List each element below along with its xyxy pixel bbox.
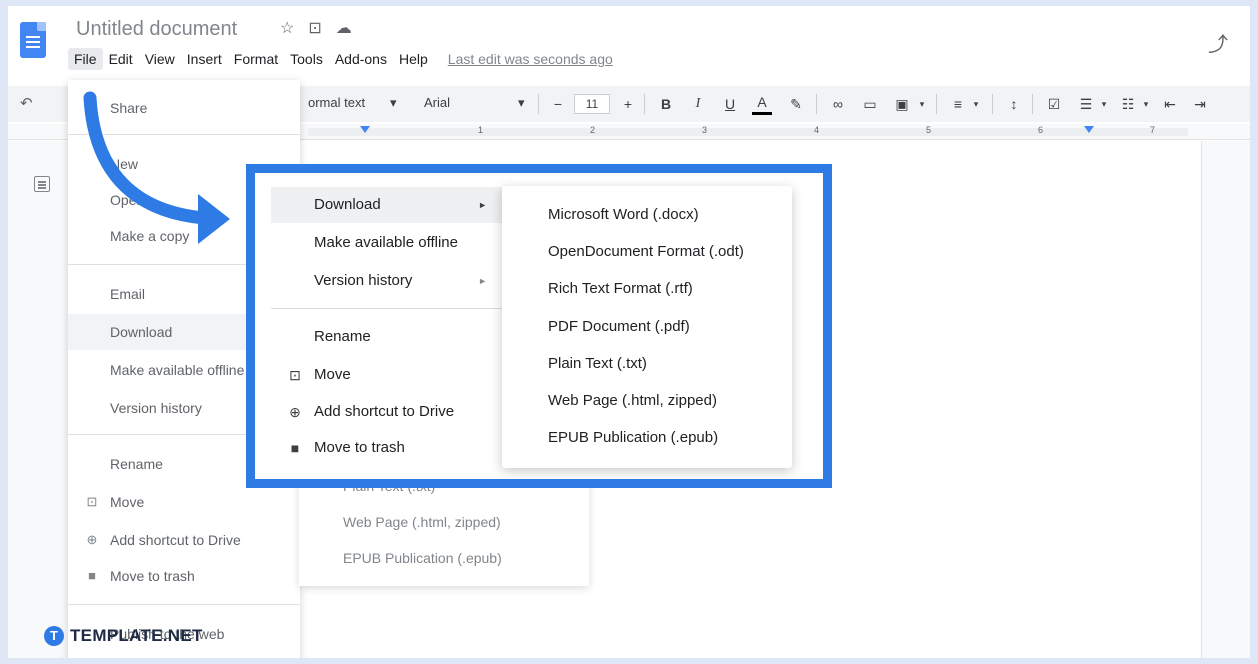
template-net-watermark: T TEMPLATE.NET bbox=[44, 626, 203, 646]
download-rtf-item[interactable]: Rich Text Format (.rtf) bbox=[548, 280, 693, 297]
menu-item-label: Move to trash bbox=[314, 439, 405, 456]
folder-move-icon: ⊡ bbox=[289, 367, 301, 383]
right-indent-marker-icon[interactable] bbox=[1084, 126, 1094, 133]
decrease-indent-icon[interactable]: ⇤ bbox=[1160, 93, 1180, 115]
zoom-menu-download[interactable]: Download ► bbox=[271, 187, 503, 223]
font-size-input[interactable]: 11 bbox=[574, 94, 610, 114]
numbered-list-icon[interactable]: ☷ bbox=[1118, 93, 1138, 115]
last-edit-link[interactable]: Last edit was seconds ago bbox=[448, 51, 613, 67]
ruler-number: 4 bbox=[814, 125, 820, 135]
submenu-arrow-icon: ► bbox=[478, 276, 487, 286]
chevron-down-icon[interactable]: ▾ bbox=[912, 93, 932, 115]
ruler-number: 6 bbox=[1038, 125, 1044, 135]
ruler-number: 7 bbox=[1150, 125, 1156, 135]
menu-item-label: Download bbox=[110, 324, 173, 340]
insert-link-icon[interactable]: ∞ bbox=[828, 93, 848, 115]
chevron-down-icon[interactable]: ▾ bbox=[518, 95, 525, 111]
menu-item-label: Move bbox=[110, 494, 145, 510]
menu-item-label: Email bbox=[110, 286, 146, 302]
activity-trend-icon[interactable]: ⤴ bbox=[1208, 28, 1228, 57]
font-size-minus-button[interactable]: − bbox=[548, 93, 568, 115]
align-icon[interactable]: ≡ bbox=[948, 93, 968, 115]
italic-button[interactable]: I bbox=[688, 93, 708, 115]
bulleted-list-icon[interactable]: ☰ bbox=[1076, 93, 1096, 115]
title-icons: ☆ ⊡ ☁ bbox=[280, 18, 352, 38]
ruler-number: 5 bbox=[926, 125, 932, 135]
insert-image-icon[interactable]: ▣ bbox=[892, 93, 912, 115]
drive-shortcut-icon: ⊕ bbox=[86, 532, 98, 547]
style-select[interactable]: ormal text bbox=[308, 95, 365, 110]
download-odt-item[interactable]: OpenDocument Format (.odt) bbox=[548, 243, 744, 260]
menu-item-label: Add shortcut to Drive bbox=[110, 532, 241, 548]
star-icon[interactable]: ☆ bbox=[280, 18, 294, 38]
ruler-number: 2 bbox=[590, 125, 596, 135]
zoomed-file-menu: Download ► Make available offline Version… bbox=[260, 175, 506, 475]
menu-addons[interactable]: Add-ons bbox=[329, 48, 393, 70]
menu-item-label: Rename bbox=[314, 328, 371, 345]
download-pdf-item[interactable]: PDF Document (.pdf) bbox=[548, 318, 690, 335]
menu-item-label: Download bbox=[314, 196, 381, 213]
font-select[interactable]: Arial bbox=[424, 95, 450, 110]
cloud-status-icon[interactable]: ☁ bbox=[336, 18, 352, 38]
bold-button[interactable]: B bbox=[656, 93, 676, 115]
download-html-item[interactable]: Web Page (.html, zipped) bbox=[548, 392, 717, 409]
download-submenu: Microsoft Word (.docx) OpenDocument Form… bbox=[502, 186, 792, 468]
template-logo-icon: T bbox=[44, 626, 64, 646]
chevron-down-icon[interactable]: ▾ bbox=[966, 93, 986, 115]
chevron-down-icon[interactable]: ▾ bbox=[1136, 93, 1156, 115]
zoom-menu-version-history[interactable]: Version history ► bbox=[271, 263, 503, 299]
zoom-menu-trash[interactable]: ■ Move to trash bbox=[271, 430, 503, 466]
curved-arrow-icon bbox=[83, 91, 230, 244]
zoom-menu-move[interactable]: ⊡ Move bbox=[271, 357, 503, 393]
trash-icon: ■ bbox=[88, 568, 96, 583]
app-frame: Untitled document ☆ ⊡ ☁ File Edit View I… bbox=[8, 6, 1250, 658]
zoom-menu-add-shortcut[interactable]: ⊕ Add shortcut to Drive bbox=[271, 394, 503, 430]
menu-item-label: Add shortcut to Drive bbox=[314, 403, 455, 420]
file-menu-add-shortcut[interactable]: ⊕ Add shortcut to Drive bbox=[68, 522, 300, 558]
checklist-icon[interactable]: ☑ bbox=[1044, 93, 1064, 115]
line-spacing-icon[interactable]: ↕ bbox=[1004, 93, 1024, 115]
menu-item-label: Version history bbox=[314, 272, 413, 289]
menu-item-label: Rename bbox=[110, 456, 163, 472]
add-comment-icon[interactable]: ▭ bbox=[860, 93, 880, 115]
menu-help[interactable]: Help bbox=[393, 48, 434, 70]
increase-indent-icon[interactable]: ⇥ bbox=[1190, 93, 1210, 115]
move-folder-icon[interactable]: ⊡ bbox=[308, 18, 321, 38]
download-docx-item[interactable]: Microsoft Word (.docx) bbox=[548, 206, 699, 223]
trash-icon: ■ bbox=[290, 440, 300, 456]
submenu-item[interactable]: EPUB Publication (.epub) bbox=[343, 550, 502, 566]
watermark-text: TEMPLATE.NET bbox=[70, 626, 203, 645]
drive-shortcut-icon: ⊕ bbox=[289, 404, 301, 420]
highlight-pen-icon[interactable]: ✎ bbox=[786, 93, 806, 115]
menu-item-label: Make available offline bbox=[110, 362, 245, 378]
menu-tools[interactable]: Tools bbox=[284, 48, 329, 70]
ruler-number: 1 bbox=[478, 125, 484, 135]
menu-item-label: Move to trash bbox=[110, 568, 195, 584]
folder-move-icon: ⊡ bbox=[86, 494, 98, 509]
file-menu-trash[interactable]: ■ Move to trash bbox=[68, 558, 300, 594]
underline-button[interactable]: U bbox=[720, 93, 740, 115]
chevron-down-icon[interactable]: ▾ bbox=[390, 95, 397, 111]
font-size-plus-button[interactable]: + bbox=[618, 93, 638, 115]
download-txt-item[interactable]: Plain Text (.txt) bbox=[548, 355, 647, 372]
submenu-item[interactable]: Web Page (.html, zipped) bbox=[343, 514, 501, 530]
menu-item-label: Version history bbox=[110, 400, 202, 416]
text-color-button[interactable]: A bbox=[752, 93, 772, 115]
download-epub-item[interactable]: EPUB Publication (.epub) bbox=[548, 429, 718, 446]
menu-item-label: Make available offline bbox=[314, 234, 458, 251]
ruler-number: 3 bbox=[702, 125, 708, 135]
submenu-arrow-icon: ► bbox=[478, 200, 487, 210]
zoom-menu-rename[interactable]: Rename bbox=[271, 319, 503, 355]
zoom-menu-offline[interactable]: Make available offline bbox=[271, 225, 503, 261]
chevron-down-icon[interactable]: ▾ bbox=[1094, 93, 1114, 115]
menu-item-label: Move bbox=[314, 366, 351, 383]
indent-marker-icon[interactable] bbox=[360, 126, 370, 133]
file-menu-move[interactable]: ⊡ Move bbox=[68, 484, 300, 520]
